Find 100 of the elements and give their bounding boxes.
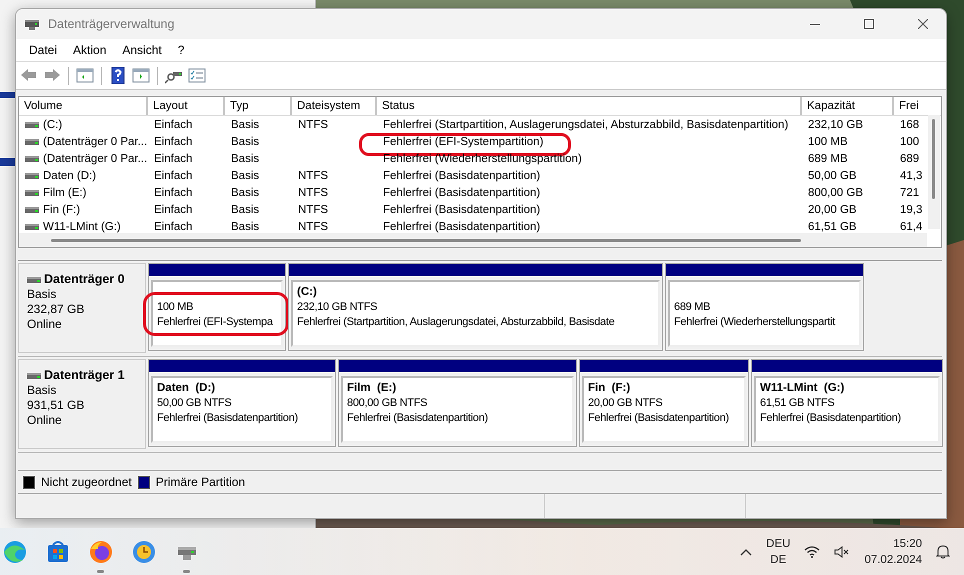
- partition[interactable]: Daten (D:) 50,00 GB NTFS Fehlerfrei (Basisdatenpartition): [148, 359, 336, 447]
- menu-item[interactable]: Datei: [21, 43, 66, 57]
- partition-status: Fehlerfrei (Basisdatenpartition): [588, 411, 729, 426]
- table-cell: 19,3: [900, 204, 922, 216]
- table-cell: Basis: [231, 170, 260, 182]
- clock-time: 15:20: [893, 536, 922, 552]
- table-cell: 721: [900, 186, 920, 198]
- disk-type: Basis: [27, 287, 58, 302]
- column-header[interactable]: Volume: [19, 97, 148, 115]
- pane-icon[interactable]: [76, 67, 94, 84]
- table-cell: Fehlerfrei (Basisdatenpartition): [383, 170, 540, 182]
- column-header[interactable]: Kapazität: [802, 97, 894, 115]
- forward-icon[interactable]: [43, 67, 61, 84]
- legend-label: Primäre Partition: [156, 475, 246, 489]
- disk-size: 232,87 GB: [27, 302, 86, 317]
- table-cell: Fin (F:): [43, 204, 80, 216]
- table-cell: Basis: [231, 118, 260, 130]
- table-cell: Einfach: [154, 186, 192, 198]
- pane-icon[interactable]: [132, 67, 150, 84]
- clock[interactable]: 15:20 07.02.2024: [864, 536, 922, 568]
- table-cell: Basis: [231, 204, 260, 216]
- partition[interactable]: Fin (F:) 20,00 GB NTFS Fehlerfrei (Basisdatenpartition): [579, 359, 749, 447]
- table-cell: NTFS: [298, 204, 328, 216]
- table-cell: Basis: [231, 186, 260, 198]
- drive-icon: [25, 206, 39, 212]
- table-cell: 689: [900, 152, 920, 164]
- table-cell: Fehlerfrei (EFI-Systempartition): [383, 136, 544, 148]
- help-icon[interactable]: [109, 67, 127, 84]
- table-cell: 20,00 GB: [808, 204, 857, 216]
- wifi-icon[interactable]: [804, 546, 820, 558]
- table-cell: Basis: [231, 220, 260, 232]
- partition-title: (C:): [297, 285, 317, 300]
- notification-bell-icon[interactable]: [936, 544, 950, 559]
- disk-status: Online: [27, 317, 63, 332]
- app-icon: [132, 540, 156, 564]
- disk-status: Online: [27, 413, 63, 428]
- legend-label: Nicht zugeordnet: [41, 475, 132, 489]
- drive-icon: [25, 172, 39, 178]
- horizontal-scrollbar[interactable]: [19, 233, 927, 247]
- partition-size: 689 MB: [674, 300, 710, 315]
- table-cell: 800,00 GB: [808, 186, 863, 198]
- table-cell: W11-LMint (G:): [43, 220, 121, 232]
- table-cell: (Datenträger 0 Par...: [43, 152, 148, 164]
- table-cell: Fehlerfrei (Startpartition, Auslagerungsdatei, Absturzabbild, Basisdatenpartition): [383, 118, 788, 130]
- partition-size: 800,00 GB NTFS: [347, 396, 428, 411]
- partition-size: 50,00 GB NTFS: [157, 396, 232, 411]
- menu-item[interactable]: Ansicht: [114, 43, 170, 57]
- column-header[interactable]: Typ: [225, 97, 292, 115]
- partition-status: Fehlerfrei (Basisdatenpartition): [157, 411, 298, 426]
- drive-icon: [25, 156, 39, 162]
- table-cell: Daten (D:): [43, 170, 96, 182]
- drive-icon: [27, 372, 41, 378]
- menu-item[interactable]: Aktion: [65, 43, 114, 57]
- partition-title: Daten (D:): [157, 381, 216, 396]
- disk-name: Datenträger 1: [44, 368, 125, 383]
- disk-type: Basis: [27, 383, 58, 398]
- speaker-muted-icon[interactable]: [834, 546, 850, 558]
- table-cell: Einfach: [154, 152, 192, 164]
- table-cell: (C:): [43, 118, 62, 130]
- table-cell: Einfach: [154, 118, 192, 130]
- partition-size: 100 MB: [157, 300, 194, 315]
- table-cell: 100: [900, 136, 920, 148]
- close-icon: [918, 19, 928, 29]
- partition-title: W11-LMint (G:): [760, 381, 844, 396]
- partition[interactable]: W11-LMint (G:) 61,51 GB NTFS Fehlerfrei (Basisdatenpartition): [751, 359, 943, 447]
- partition[interactable]: 689 MB Fehlerfrei (Wiederherstellungspartit: [665, 263, 864, 351]
- back-icon[interactable]: [20, 67, 38, 84]
- menu-item[interactable]: ?: [170, 43, 192, 57]
- partition-status: Fehlerfrei (Basisdatenpartition): [347, 411, 488, 426]
- chevron-up-icon[interactable]: [740, 548, 752, 556]
- column-header[interactable]: Dateisystem: [292, 97, 377, 115]
- drive-icon: [25, 224, 39, 230]
- partition[interactable]: Film (E:) 800,00 GB NTFS Fehlerfrei (Basisdatenpartition): [338, 359, 577, 447]
- partition-status: Fehlerfrei (Startpartition, Auslagerungsdatei, Absturzabbild, Basisdate: [297, 315, 614, 330]
- column-header[interactable]: Layout: [148, 97, 225, 115]
- column-header[interactable]: Frei: [894, 97, 926, 115]
- table-cell: Basis: [231, 136, 260, 148]
- table-cell: 232,10 GB: [808, 118, 863, 130]
- table-cell: Film (E:): [43, 186, 86, 198]
- drive-icon: [24, 17, 40, 31]
- clock-date: 07.02.2024: [864, 552, 922, 568]
- partition-size: 61,51 GB NTFS: [760, 396, 834, 411]
- column-header[interactable]: Status: [377, 97, 802, 115]
- table-cell: Fehlerfrei (Basisdatenpartition): [383, 186, 540, 198]
- partition[interactable]: (C:) 232,10 GB NTFS Fehlerfrei (Startpartition, Auslagerungsdatei, Absturzabbild, Basisdate: [288, 263, 663, 351]
- language-code: DEU: [766, 536, 790, 552]
- table-cell: 61,4: [900, 220, 922, 232]
- partition-title: Film (E:): [347, 381, 396, 396]
- drive-icon: [25, 190, 39, 196]
- drive-icon: [25, 122, 39, 128]
- table-cell: Basis: [231, 152, 260, 164]
- table-cell: Einfach: [154, 204, 192, 216]
- app-icon: [46, 540, 70, 564]
- checklist-icon[interactable]: [188, 67, 206, 84]
- language-indicator[interactable]: DEU DE: [766, 536, 790, 568]
- drive-icon: [25, 138, 39, 144]
- vertical-scrollbar[interactable]: [928, 115, 940, 229]
- table-cell: 50,00 GB: [808, 170, 857, 182]
- drive-icon: [27, 276, 41, 282]
- partition-size: 232,10 GB NTFS: [297, 300, 378, 315]
